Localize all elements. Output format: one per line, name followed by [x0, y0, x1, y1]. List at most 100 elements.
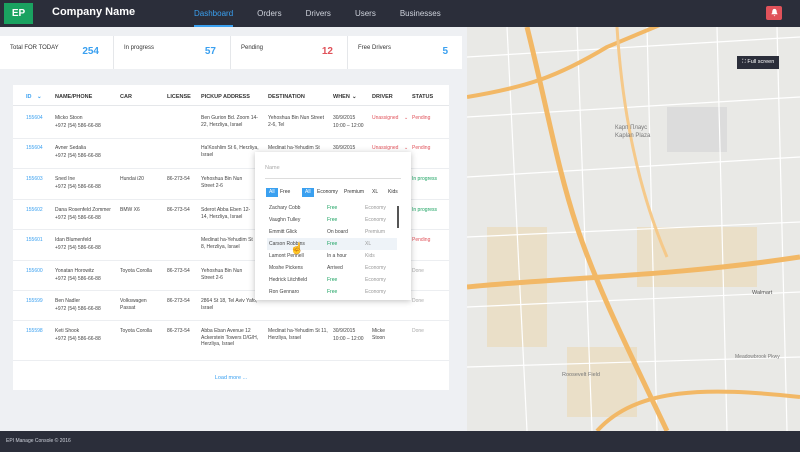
driver-option[interactable]: Lamont Pennell In a hour Kids	[267, 250, 397, 262]
bell-icon[interactable]	[766, 6, 782, 20]
driver-select[interactable]: Unassigned	[372, 115, 398, 122]
stat-total: Total FOR TODAY 254	[0, 36, 114, 69]
customer-name: Keti Shook	[55, 328, 80, 334]
stat-value: 57	[204, 46, 216, 57]
customer-phone: +972 (54) 586-66-88	[55, 245, 101, 251]
status-badge: Done	[412, 268, 424, 274]
col-id[interactable]: ID	[26, 94, 32, 100]
full-screen-button[interactable]: ⛶ Full screen	[737, 56, 780, 69]
stat-value: 254	[82, 46, 99, 57]
order-date: 30/9/2015	[333, 328, 356, 334]
customer-phone: +972 (54) 586-66-88	[55, 306, 101, 312]
pickup-address: Sderot Abba Eben 12-14, Herzliya, Israel	[201, 207, 251, 220]
customer-phone: +972 (54) 586-66-88	[55, 123, 101, 129]
nav-orders[interactable]: Orders	[257, 0, 281, 27]
filter-economy[interactable]: Economy	[314, 188, 341, 197]
col-when: WHEN	[333, 94, 350, 100]
pickup-address: Medinat ha-Yehudim St 8, Herzliya, Israe…	[201, 237, 253, 250]
order-date: 30/9/2015	[333, 145, 356, 151]
order-id-link[interactable]: 155604	[26, 145, 43, 152]
driver-option-name: Emmitt Glick	[269, 229, 298, 235]
order-time: 10:00 – 12:00	[333, 123, 364, 129]
order-id-link[interactable]: 155601	[26, 237, 43, 244]
driver-option-type: Economy	[365, 289, 386, 295]
driver-option-type: Economy	[365, 205, 386, 211]
map-view[interactable]: Карп Плаус Kaplan Plaza Walmart Roosevel…	[467, 27, 800, 431]
customer-name: Yonatan Horowitz	[55, 268, 95, 274]
license-plate: 86-273-54	[167, 176, 190, 182]
col-driver: DRIVER	[372, 94, 393, 100]
sort-chevron-icon[interactable]: ⌄	[37, 94, 42, 100]
order-id-link[interactable]: 155604	[26, 115, 43, 122]
driver-option-name: Zachary Cobb	[269, 205, 301, 211]
nav-dashboard[interactable]: Dashboard	[194, 0, 234, 27]
driver-option[interactable]: Hedrick Litchfield Free Economy	[267, 274, 397, 286]
nav-drivers[interactable]: Drivers	[306, 0, 331, 27]
pickup-address: Ben Gurion Bd. Zoom 14-22, Herzliya, Isr…	[201, 115, 258, 128]
col-destination: DESTINATION	[268, 94, 305, 100]
customer-name: Ben Nadler	[55, 298, 81, 304]
filter-all-type[interactable]: All	[302, 188, 314, 197]
destination: Medinat ha-Yehudim St	[268, 145, 320, 151]
license-plate: 86-273-54	[167, 207, 190, 213]
driver-option-state: Free	[327, 277, 338, 283]
driver-option-state: Free	[327, 289, 338, 295]
stat-free-drivers: Free Drivers 5	[348, 36, 462, 69]
license-plate: 86-273-54	[167, 328, 190, 334]
main-nav: Dashboard Orders Drivers Users Businesse…	[194, 0, 465, 27]
filter-free[interactable]: Free	[277, 188, 293, 197]
table-row[interactable]: 155598 Keti Shook +972 (54) 586-66-88 To…	[13, 321, 449, 361]
order-id-link[interactable]: 155600	[26, 268, 43, 275]
nav-users[interactable]: Users	[355, 0, 376, 27]
driver-chevron-icon[interactable]: ⌄	[404, 145, 408, 152]
driver-option-type: Premium	[365, 229, 386, 235]
filter-all-status[interactable]: All	[266, 188, 278, 197]
driver-option-hovered[interactable]: Carson Robbins Free XL	[267, 238, 397, 250]
map-label-plaza-ru: Карп Плаус	[615, 125, 648, 131]
status-badge: Pending	[412, 237, 431, 243]
filter-xl[interactable]: XL	[369, 188, 381, 197]
filter-premium[interactable]: Premium	[341, 188, 367, 197]
customer-name: Avner Sedalia	[55, 145, 87, 151]
driver-chevron-icon[interactable]: ⌄	[404, 115, 408, 122]
col-license: LICENSE	[167, 94, 191, 100]
table-header: ID ⌄ NAME/PHONE CAR LICENSE PICKUP ADDRE…	[13, 90, 449, 106]
status-badge: Pending	[412, 145, 431, 151]
car-model: Hundai i20	[120, 176, 144, 182]
load-more-link[interactable]: Load more ...	[13, 375, 449, 381]
stat-value: 5	[442, 46, 448, 57]
status-badge: Pending	[412, 115, 431, 121]
driver-option-state: Arrived	[327, 265, 343, 271]
filter-kids[interactable]: Kids	[385, 188, 401, 197]
map-label-plaza: Kaplan Plaza	[615, 133, 651, 139]
driver-option-name: Moshe Pickens	[269, 265, 303, 271]
driver-option-name: Hedrick Litchfield	[269, 277, 308, 283]
customer-name: Idan Blumenfeld	[55, 237, 92, 243]
status-badge: Done	[412, 298, 424, 304]
order-id-link[interactable]: 155603	[26, 176, 43, 183]
popup-scrollbar[interactable]	[397, 206, 399, 228]
status-badge: In progress	[412, 176, 438, 182]
table-row[interactable]: 155604 Micko Stoon +972 (54) 586-66-88 B…	[13, 109, 449, 139]
driver-option[interactable]: Moshe Pickens Arrived Economy	[267, 262, 397, 274]
driver-option-state: In a hour	[327, 253, 347, 259]
driver-option[interactable]: Ron Gennaro Free Economy	[267, 286, 397, 298]
logo[interactable]: EP	[4, 3, 33, 24]
customer-phone: +972 (54) 586-66-88	[55, 184, 101, 190]
driver-option[interactable]: Zachary Cobb Free Economy	[267, 202, 397, 214]
nav-businesses[interactable]: Businesses	[400, 0, 441, 27]
footer: EPI Manage Console © 2016	[0, 431, 800, 452]
stat-label: Total FOR TODAY	[10, 45, 59, 51]
map-canvas[interactable]	[467, 27, 800, 431]
order-id-link[interactable]: 155599	[26, 298, 43, 305]
pickup-address: Yehoshua Bin Nun Street 2-6	[201, 268, 243, 281]
when-chevron-icon[interactable]: ⌄	[352, 94, 357, 100]
car-model: Toyota Corolla	[120, 328, 152, 334]
driver-option[interactable]: Emmitt Glick On board Premium	[267, 226, 397, 238]
driver-option-type: Economy	[365, 217, 386, 223]
driver-option[interactable]: Vaughn Tulley Free Economy	[267, 214, 397, 226]
order-id-link[interactable]: 155598	[26, 328, 43, 335]
driver-search-input[interactable]: Name	[265, 165, 401, 179]
driver-select[interactable]: Unassigned	[372, 145, 398, 152]
order-id-link[interactable]: 155602	[26, 207, 43, 214]
